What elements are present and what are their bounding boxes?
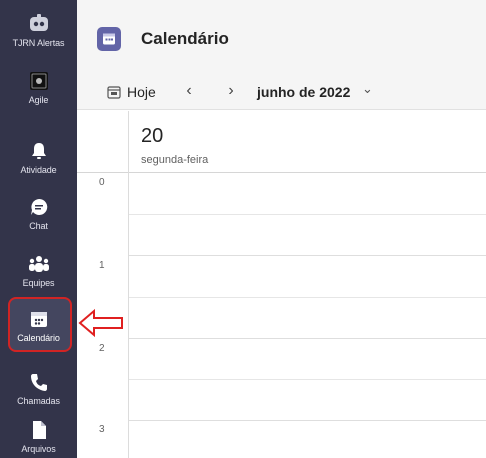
calendar-icon: [27, 307, 51, 331]
agile-app-icon: [27, 69, 51, 93]
rail-item-agile[interactable]: Agile: [0, 63, 77, 121]
day-header: 20 segunda-feira: [77, 111, 486, 173]
hour-line: [129, 255, 486, 256]
calendar-time-grid[interactable]: 0 1 2 3: [77, 173, 486, 458]
hour-label: 1: [99, 260, 105, 271]
rail-item-label: Equipes: [22, 278, 55, 288]
rail-item-atividade[interactable]: Atividade: [0, 133, 77, 191]
chat-icon: [27, 195, 51, 219]
hour-label: 3: [99, 424, 105, 435]
rail-item-tjrn-alertas[interactable]: TJRN Alertas: [0, 6, 77, 64]
month-picker[interactable]: junho de 2022: [257, 84, 350, 100]
hour-label: 2: [99, 343, 105, 354]
rail-item-calendario[interactable]: Calendário: [0, 301, 77, 359]
bell-icon: [27, 139, 51, 163]
hour-line: [129, 338, 486, 339]
rail-item-label: Atividade: [20, 165, 57, 175]
rail-item-label: Arquivos: [21, 444, 56, 454]
rail-item-label: TJRN Alertas: [12, 38, 65, 48]
today-calendar-icon: [107, 86, 121, 99]
day-number: 20: [141, 125, 164, 147]
rail-item-label: Calendário: [17, 333, 60, 343]
chevron-left-icon[interactable]: ‹: [180, 82, 198, 100]
half-hour-line: [129, 214, 486, 215]
rail-item-label: Chat: [29, 221, 48, 231]
rail-item-chat[interactable]: Chat: [0, 189, 77, 247]
page-title: Calendário: [141, 29, 229, 48]
calendar-toolbar: Hoje ‹ › junho de 2022 ⌄: [77, 76, 486, 110]
chevron-right-icon[interactable]: ›: [222, 82, 240, 100]
app-header: Calendário: [77, 0, 486, 82]
phone-icon: [27, 370, 51, 394]
calendar-app-icon: [97, 27, 121, 51]
today-button[interactable]: Hoje: [127, 84, 156, 100]
rail-item-arquivos[interactable]: Arquivos: [0, 412, 77, 458]
rail-item-equipes[interactable]: Equipes: [0, 246, 77, 304]
hour-label: 0: [99, 177, 105, 188]
alert-app-icon: [27, 12, 51, 36]
chevron-down-icon[interactable]: ⌄: [362, 81, 373, 97]
app-rail: TJRN Alertas Agile Atividade Chat Equipe…: [0, 0, 77, 458]
file-icon: [27, 418, 51, 442]
half-hour-line: [129, 297, 486, 298]
half-hour-line: [129, 379, 486, 380]
teams-icon: [27, 252, 51, 276]
rail-item-label: Chamadas: [17, 396, 60, 406]
rail-item-label: Agile: [28, 95, 49, 105]
day-weekday: segunda-feira: [141, 154, 209, 166]
hour-line: [129, 420, 486, 421]
